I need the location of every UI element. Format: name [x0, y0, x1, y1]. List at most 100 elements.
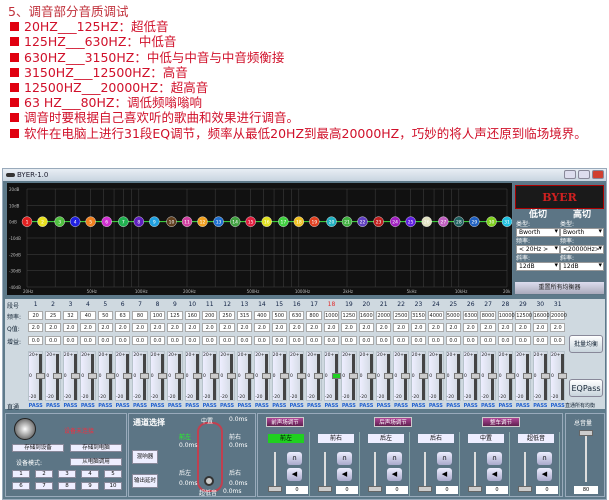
freq-input[interactable]: 6300 — [463, 311, 479, 320]
q-input[interactable]: 2.0 — [219, 323, 235, 332]
speaker-icon[interactable]: ◀ — [287, 468, 302, 481]
gain-slider[interactable]: 20+ 0 -20 — [306, 351, 324, 401]
pass-button[interactable]: PASS — [44, 403, 61, 409]
gain-slider[interactable]: 20+ 0 -20 — [219, 351, 237, 401]
low-cut-type-select[interactable]: Bworth — [516, 228, 560, 237]
gain-input[interactable]: 0.0 — [497, 336, 514, 345]
gain-input[interactable]: 0.0 — [236, 336, 253, 345]
freq-input[interactable]: 20000 — [550, 311, 567, 320]
pass-button[interactable]: PASS — [462, 403, 479, 409]
gain-input[interactable]: 0.0 — [445, 336, 461, 345]
eq-curve-chart[interactable]: 20dB 10dB 0dB -10dB -20dB -30dB -40dB20Hz 50Hz 1… — [7, 183, 512, 295]
gain-slider[interactable]: 20+ 0 -20 — [497, 351, 515, 401]
q-input[interactable]: 2.0 — [97, 323, 113, 332]
freq-input[interactable]: 63 — [115, 311, 131, 320]
slider-handle[interactable] — [227, 373, 237, 379]
freq-input[interactable]: 160 — [184, 311, 200, 320]
preset-button-4[interactable]: 4 — [81, 470, 99, 478]
freq-input[interactable]: 10000 — [497, 311, 515, 320]
channel-volume-handle[interactable] — [418, 486, 432, 492]
gain-input[interactable]: 0.0 — [532, 336, 548, 345]
pass-button[interactable]: PASS — [236, 403, 253, 409]
subwoofer-icon[interactable] — [204, 476, 214, 486]
channel-volume-handle[interactable] — [518, 486, 532, 492]
gain-slider[interactable]: 20+ 0 -20 — [376, 351, 393, 401]
gain-slider[interactable]: 20+ 0 -20 — [45, 351, 63, 401]
save-to-pc-button[interactable]: 存储到电脑 — [70, 444, 122, 452]
speaker-icon[interactable]: ◀ — [487, 468, 502, 481]
slider-handle[interactable] — [471, 373, 480, 379]
preset-button-2[interactable]: 2 — [35, 470, 53, 478]
gain-slider[interactable]: 20+ 0 -20 — [254, 351, 272, 401]
gain-slider[interactable]: 20+ 0 -20 — [115, 351, 132, 401]
q-input[interactable]: 2.0 — [376, 323, 392, 332]
gain-slider[interactable]: 20+ 0 -20 — [97, 351, 115, 401]
high-cut-freq-spinner[interactable]: <20000Hz> — [560, 245, 604, 254]
gain-slider[interactable]: 20+ 0 -20 — [358, 351, 376, 401]
high-cut-type-select[interactable]: Bworth — [560, 228, 604, 237]
pass-button[interactable]: PASS — [532, 403, 549, 409]
freq-input[interactable]: 1000 — [323, 311, 340, 320]
q-input[interactable]: 2.0 — [202, 323, 218, 332]
speaker-icon[interactable]: ◀ — [337, 468, 352, 481]
channel-volume-handle[interactable] — [468, 486, 482, 492]
q-input[interactable]: 2.0 — [62, 323, 79, 332]
gain-input[interactable]: 0.0 — [515, 336, 531, 345]
q-input[interactable]: 2.0 — [271, 323, 287, 332]
gain-slider[interactable]: 20+ 0 -20 — [323, 351, 341, 401]
freq-input[interactable]: 630 — [289, 311, 305, 320]
freq-input[interactable]: 4000 — [428, 311, 444, 320]
freq-input[interactable]: 250 — [219, 311, 235, 320]
pass-button[interactable]: PASS — [288, 403, 305, 409]
channel-name-button[interactable]: 前左 — [268, 434, 304, 443]
gain-slider[interactable]: 20+ 0 -20 — [341, 351, 359, 401]
gain-slider[interactable]: 20+ 0 -20 — [515, 351, 533, 401]
gain-slider[interactable]: 20+ 0 -20 — [62, 351, 80, 401]
slider-handle[interactable] — [105, 373, 115, 379]
gain-slider[interactable]: 20+ 0 -20 — [80, 351, 98, 401]
low-cut-freq-spinner[interactable]: < 20Hz > — [516, 245, 560, 254]
slider-handle[interactable] — [488, 373, 498, 379]
preset-button-5[interactable]: 5 — [104, 470, 122, 478]
freq-input[interactable]: 2500 — [393, 311, 409, 320]
freq-input[interactable]: 800 — [306, 311, 322, 320]
gain-slider[interactable]: 20+ 0 -20 — [550, 351, 567, 401]
channel-volume-handle[interactable] — [268, 486, 282, 492]
pass-button[interactable]: PASS — [514, 403, 531, 409]
gain-slider[interactable]: 20+ 0 -20 — [149, 351, 167, 401]
save-to-device-button[interactable]: 存储到设备 — [12, 444, 64, 452]
gain-slider[interactable]: 20+ 0 -20 — [393, 351, 411, 401]
slider-handle[interactable] — [175, 373, 185, 379]
slider-handle[interactable] — [244, 373, 254, 379]
gain-input[interactable]: 0.0 — [428, 336, 444, 345]
q-input[interactable]: 2.0 — [184, 323, 200, 332]
pass-button[interactable]: PASS — [271, 403, 288, 409]
preset-button-10[interactable]: 10 — [104, 482, 122, 490]
gain-input[interactable]: 0.0 — [132, 336, 148, 345]
pass-button[interactable]: PASS — [375, 403, 392, 409]
freq-input[interactable]: 400 — [254, 311, 270, 320]
pass-button[interactable]: PASS — [218, 403, 235, 409]
channel-volume-handle[interactable] — [368, 486, 382, 492]
channel-name-button[interactable]: 前右 — [318, 434, 354, 443]
pass-button[interactable]: PASS — [410, 403, 427, 409]
slider-handle[interactable] — [140, 373, 150, 379]
channel-name-button[interactable]: 后右 — [418, 434, 454, 443]
load-from-pc-button[interactable]: 从电脑调用 — [70, 458, 122, 466]
freq-input[interactable]: 50 — [97, 311, 113, 320]
freq-input[interactable]: 8000 — [480, 311, 496, 320]
freq-input[interactable]: 200 — [202, 311, 218, 320]
slider-handle[interactable] — [401, 373, 411, 379]
pass-button[interactable]: PASS — [340, 403, 357, 409]
gain-input[interactable]: 0.0 — [463, 336, 479, 345]
q-input[interactable]: 2.0 — [393, 323, 409, 332]
slider-handle[interactable] — [262, 373, 272, 379]
freq-input[interactable]: 80 — [132, 311, 148, 320]
pass-button[interactable]: PASS — [392, 403, 409, 409]
slider-handle[interactable] — [279, 373, 289, 379]
gain-input[interactable]: 0.0 — [341, 336, 357, 345]
pass-button[interactable]: PASS — [166, 403, 183, 409]
freq-input[interactable]: 12500 — [515, 311, 532, 320]
speaker-icon[interactable]: ◀ — [437, 468, 452, 481]
q-input[interactable]: 2.0 — [167, 323, 183, 332]
